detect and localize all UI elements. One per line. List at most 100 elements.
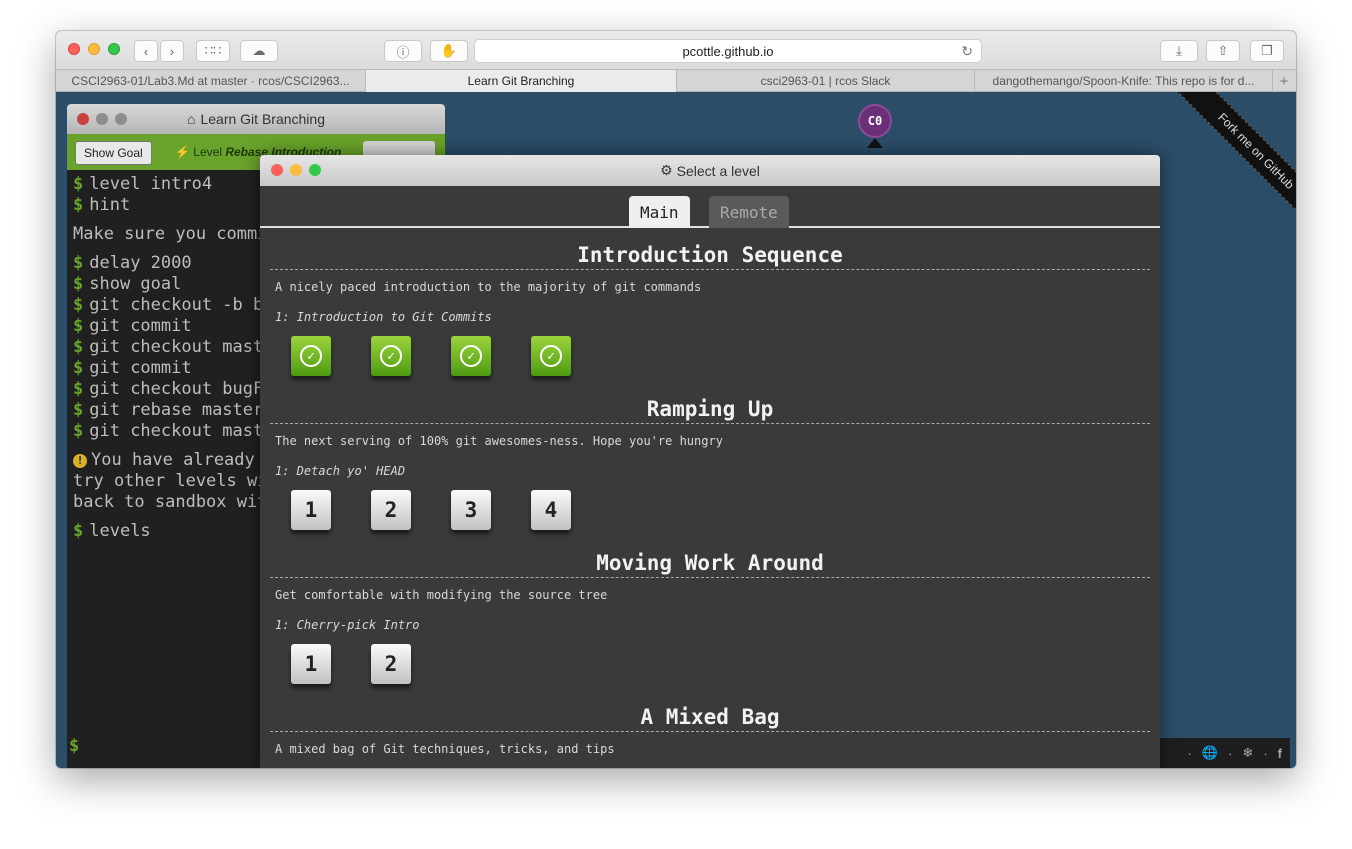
tab-lab3[interactable]: CSCI2963-01/Lab3.Md at master · rcos/CSC… (56, 70, 366, 92)
reload-icon[interactable]: ↻ (961, 43, 973, 60)
commit-node: C0 (858, 104, 892, 138)
prompt-symbol: $ (73, 521, 84, 541)
minimize-window-button[interactable] (88, 43, 100, 55)
icloud-tabs-button[interactable]: ☁ (240, 40, 278, 62)
prompt-symbol: $ (73, 400, 84, 420)
gear-icon: ⚙ (660, 162, 673, 178)
zoom-dot[interactable] (309, 164, 321, 176)
fork-ribbon-text[interactable]: Fork me on GitHub (1168, 92, 1296, 239)
reader-button[interactable]: ⓘ (384, 40, 422, 62)
prompt-symbol: $ (73, 253, 84, 273)
cloud-icon: ☁ (252, 43, 266, 58)
twitter-icon[interactable]: ❄ (1242, 745, 1253, 761)
tab-spoon-knife[interactable]: dangothemango/Spoon-Knife: This repo is … (975, 70, 1273, 92)
address-bar[interactable]: pcottle.github.io ↻ (474, 39, 982, 63)
output-text: Make sure you commit (73, 224, 278, 244)
command-text: level intro4 (89, 174, 213, 194)
tab-label: Learn Git Branching (467, 74, 575, 88)
command-text: git checkout bugFi (89, 379, 274, 399)
level-button[interactable]: 1 (291, 644, 331, 684)
level-button-completed[interactable]: ✓ (451, 336, 491, 376)
prompt-symbol: $ (73, 195, 84, 215)
facebook-icon[interactable]: f (1278, 746, 1282, 761)
sequence-ramping-up: Ramping Up The next serving of 100% git … (260, 394, 1160, 548)
tab-label: CSCI2963-01/Lab3.Md at master · rcos/CSC… (71, 74, 350, 88)
sequence-description: A mixed bag of Git techniques, tricks, a… (275, 742, 615, 756)
share-icon: ⇧ (1217, 43, 1229, 58)
level-button[interactable]: 2 (371, 490, 411, 530)
level-button-completed[interactable]: ✓ (531, 336, 571, 376)
modal-tabs: Main Remote (260, 186, 1160, 228)
globe-icon[interactable]: 🌐 (1202, 745, 1218, 761)
plus-icon: + (1279, 72, 1289, 90)
privacy-button[interactable]: ✋ (430, 40, 468, 62)
command-text: git commit (89, 316, 192, 336)
level-button-completed[interactable]: ✓ (291, 336, 331, 376)
sequence-level-name: 1: Detach yo' HEAD (275, 464, 406, 478)
sequence-title: Ramping Up (270, 394, 1150, 424)
prompt-symbol: $ (73, 274, 84, 294)
level-button[interactable]: 2 (371, 644, 411, 684)
download-icon: ⤓ (1176, 43, 1182, 58)
command-text: git rebase master (89, 400, 264, 420)
dot-separator: · (1228, 745, 1233, 761)
command-text: hint (89, 195, 131, 215)
social-links: · 🌐 · ❄ · f (1150, 738, 1290, 768)
level-button-completed[interactable]: ✓ (371, 336, 411, 376)
browser-toolbar: ‹ › ∷∷ ☁ ⓘ ✋ pcottle.github.io ↻ ⤓ ⇧ ❐ (56, 31, 1296, 69)
share-button[interactable]: ⇧ (1206, 40, 1240, 62)
minimize-dot[interactable] (96, 113, 108, 125)
home-icon: ⌂ (187, 111, 196, 127)
sequence-intro: Introduction Sequence A nicely paced int… (260, 240, 1160, 394)
output-text: You have already s (91, 450, 276, 470)
commit-arrow (867, 138, 883, 148)
tab-learn-git[interactable]: Learn Git Branching (366, 70, 677, 92)
warning-icon: ! (73, 454, 87, 468)
tab-slack[interactable]: csci2963-01 | rcos Slack (677, 70, 975, 92)
new-tab-button[interactable]: + (1273, 70, 1295, 92)
tab-bar: CSCI2963-01/Lab3.Md at master · rcos/CSC… (56, 69, 1296, 92)
level-button[interactable]: 4 (531, 490, 571, 530)
sequence-description: The next serving of 100% git awesomes-ne… (275, 434, 723, 448)
prompt-symbol: $ (73, 358, 84, 378)
level-buttons: 1 2 3 4 (270, 490, 1150, 548)
close-window-button[interactable] (68, 43, 80, 55)
bolt-icon: ⚡ (175, 145, 190, 159)
check-icon: ✓ (380, 345, 402, 367)
top-sites-button[interactable]: ∷∷ (196, 40, 230, 62)
level-button[interactable]: 3 (451, 490, 491, 530)
minimize-dot[interactable] (290, 164, 302, 176)
level-button[interactable]: 1 (291, 490, 331, 530)
terminal-title: Learn Git Branching (200, 111, 325, 127)
tab-overview-button[interactable]: ❐ (1250, 40, 1284, 62)
command-text: git checkout maste (89, 421, 274, 441)
zoom-window-button[interactable] (108, 43, 120, 55)
close-dot[interactable] (271, 164, 283, 176)
level-select-modal: ⚙ Select a level Main Remote Introductio… (260, 155, 1160, 768)
modal-titlebar: ⚙ Select a level (260, 155, 1160, 186)
modal-title: Select a level (676, 162, 760, 179)
prompt-symbol: $ (73, 316, 84, 336)
downloads-button[interactable]: ⤓ (1160, 40, 1198, 62)
tab-label: csci2963-01 | rcos Slack (760, 74, 891, 88)
sequence-level-name: 1: Cherry-pick Intro (275, 618, 420, 632)
chevron-left-icon: ‹ (143, 43, 149, 59)
forward-button[interactable]: › (160, 40, 184, 62)
command-text: git checkout -b bu (89, 295, 274, 315)
back-button[interactable]: ‹ (134, 40, 158, 62)
sequence-description: A nicely paced introduction to the major… (275, 280, 702, 294)
zoom-dot[interactable] (115, 113, 127, 125)
close-dot[interactable] (77, 113, 89, 125)
sequence-title: Moving Work Around (270, 548, 1150, 578)
grid-icon: ∷∷ (204, 43, 222, 58)
show-goal-button[interactable]: Show Goal (75, 141, 152, 165)
tab-label: dangothemango/Spoon-Knife: This repo is … (992, 74, 1255, 88)
tabs-icon: ❐ (1261, 43, 1273, 58)
url-text: pcottle.github.io (682, 43, 774, 59)
tab-remote[interactable]: Remote (709, 196, 789, 228)
command-input-prompt[interactable]: $ (69, 736, 79, 756)
info-icon: ⓘ (396, 44, 410, 60)
tab-main[interactable]: Main (629, 196, 690, 228)
fork-ribbon[interactable]: Fork me on GitHub (1146, 92, 1296, 242)
terminal-titlebar: ⌂ Learn Git Branching (67, 104, 445, 134)
